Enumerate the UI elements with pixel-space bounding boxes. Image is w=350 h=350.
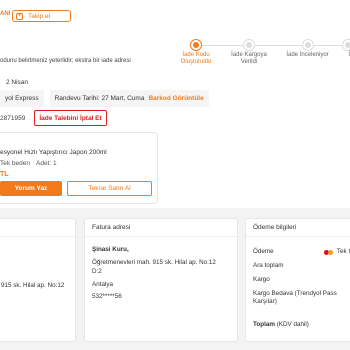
product-size: Tek beden: [0, 160, 30, 167]
billing-line2: D:2: [92, 268, 102, 275]
step-dot: [191, 40, 201, 50]
write-review-button[interactable]: Yorum Yaz: [0, 181, 62, 196]
product-name[interactable]: esyonel Hızlı Yapıştırıcı Japon 200ml: [0, 149, 107, 156]
follow-seller-button[interactable]: + Takip et: [12, 10, 71, 22]
seller-name[interactable]: ANI: [0, 11, 10, 17]
payment-info-card: Ödeme bilgileri Ödeme Tek Ç Ara toplam K…: [245, 218, 350, 342]
payment-title: Ödeme bilgileri: [246, 219, 350, 237]
billing-city: Antalya: [92, 281, 114, 288]
free-cargo-label: Kargo Bedava (Trendyol Pass Karşılar): [253, 290, 337, 305]
step-dot: [302, 40, 313, 50]
billing-body: Şinasi Kuru, Öğretmenevleri mah. 915 sk.…: [85, 237, 237, 309]
cargo-company: yol Express: [0, 90, 44, 107]
plus-icon: +: [16, 12, 23, 20]
appointment-info: Randevu Tarihi: 27 Mart, Cuma Barkod Gör…: [49, 90, 209, 107]
return-notice-text: odunu belirtmeniz yeterlidir; ekstra bir…: [0, 58, 131, 64]
step-dot: [343, 40, 350, 50]
payment-method-label: Ödeme: [253, 248, 274, 255]
delivery-address-card: 915 sk. Hilal ap. No:12: [0, 218, 76, 342]
rebuy-button[interactable]: Tekrar Satın Al: [67, 181, 152, 196]
payment-method-row: Ödeme Tek Ç: [253, 248, 350, 256]
appointment-date: Randevu Tarihi: 27 Mart, Cuma: [54, 95, 145, 102]
card-body: 915 sk. Hilal ap. No:12: [0, 237, 75, 298]
billing-title: Fatura adresi: [85, 219, 237, 237]
total-row: Toplam (KDV dahil): [253, 321, 309, 329]
return-progress-tracker: İade Kodu Oluşturuldu İade Kargoya Verildi…: [175, 40, 350, 70]
total-note: (KDV dahil): [276, 321, 309, 328]
step-shipped: İade Kargoya Verildi: [224, 40, 274, 66]
card-title: [0, 219, 75, 237]
step-code-created: İade Kodu Oluşturuldu: [171, 40, 221, 66]
product-card: esyonel Hızlı Yapıştırıcı Japon 200ml Te…: [0, 132, 158, 204]
step-dot: [244, 40, 254, 50]
product-quantity: Adet: 1: [36, 160, 57, 167]
delivery-address-line: 915 sk. Hilal ap. No:12: [1, 282, 65, 289]
total-label: Toplam: [253, 321, 275, 328]
product-price: TL: [0, 171, 9, 178]
billing-name: Şinasi Kuru,: [92, 246, 129, 253]
return-code: 2871959: [0, 115, 26, 122]
billing-phone: 532*****56: [92, 293, 122, 300]
product-meta: Tek beden Adet: 1: [0, 160, 57, 167]
subtotal-label: Ara toplam: [253, 262, 284, 269]
cancel-return-button[interactable]: İade Talebini İptal Et: [34, 110, 107, 126]
mastercard-icon: Tek Ç: [324, 248, 350, 256]
payment-method-value: Tek Ç: [336, 248, 350, 255]
cargo-info-row: yol Express Randevu Tarihi: 27 Mart, Cum…: [0, 90, 209, 107]
follow-label: Takip et: [28, 12, 51, 20]
step-label: İade Kargoya Verildi: [231, 52, 267, 65]
step-label: İ: [348, 52, 350, 58]
billing-address-card: Fatura adresi Şinasi Kuru, Öğretmenevler…: [84, 218, 238, 342]
cargo-label: Kargo: [253, 276, 270, 283]
billing-line1: Öğretmenevleri mah. 915 sk. Hilal ap. No…: [92, 259, 216, 266]
barcode-link[interactable]: Barkod Görüntüle: [148, 95, 203, 102]
return-date: 2 Nisan: [6, 79, 29, 86]
step-final: İ: [325, 40, 350, 59]
step-label: İade Kodu Oluşturuldu: [180, 52, 212, 65]
order-detail-card: ANI + Takip et İade Kodu Oluşturuldu İade…: [0, 0, 350, 208]
